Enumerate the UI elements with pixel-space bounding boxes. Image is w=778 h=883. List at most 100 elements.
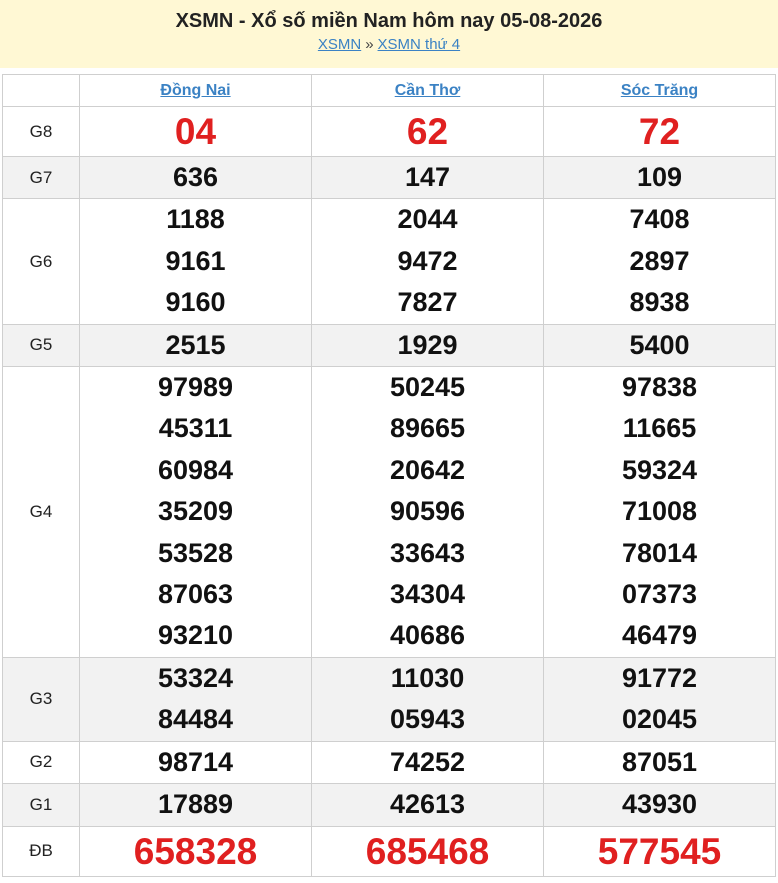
prize-number: 89665 (389, 413, 466, 444)
prize-number: 71008 (621, 496, 698, 527)
prize-row-g6: G6 1188 9161 9160 2044 9472 7827 7408 28… (2, 198, 776, 325)
prize-number: 11030 (390, 662, 465, 693)
prize-number: 59324 (621, 454, 698, 485)
breadcrumb-link-xsmn[interactable]: XSMN (318, 36, 361, 53)
prize-number: 07373 (621, 579, 698, 610)
page-header: XSMN - Xổ số miền Nam hôm nay 05-08-2026… (0, 0, 778, 68)
prize-row-db: ĐB 658328 685468 577545 (2, 825, 776, 877)
prize-number: 45311 (158, 413, 233, 444)
prize-number: 7827 (397, 287, 458, 318)
prize-number: 97838 (621, 372, 698, 403)
prize-number: 91772 (621, 662, 698, 693)
prize-number: 93210 (157, 620, 234, 651)
prize-label: ĐB (2, 825, 80, 877)
prize-number: 60984 (157, 454, 234, 485)
prize-number: 9160 (165, 287, 226, 318)
prize-row-g2: G2 98714 74252 87051 (2, 740, 776, 785)
province-header: Sóc Trăng (543, 74, 776, 107)
prize-cell: 74252 (311, 740, 544, 785)
prize-number: 98714 (157, 746, 234, 777)
prize-number: 147 (404, 162, 451, 192)
prize-number: 87063 (157, 579, 234, 610)
prize-number: 5400 (629, 329, 690, 360)
prize-number: 20642 (389, 454, 466, 485)
prize-number: 11665 (622, 413, 697, 444)
prize-cell: 42613 (311, 783, 544, 827)
prize-cell: 43930 (543, 783, 776, 827)
province-link-soc-trang[interactable]: Sóc Trăng (621, 82, 698, 99)
prize-cell: 5400 (543, 323, 776, 368)
breadcrumb: XSMN» XSMN thứ 4 (0, 35, 778, 55)
province-header: Đồng Nai (79, 74, 312, 107)
prize-label: G2 (2, 740, 80, 785)
prize-row-g8: G8 04 62 72 (2, 106, 776, 157)
prize-row-g3: G3 53324 84484 11030 05943 91772 02045 (2, 656, 776, 742)
prize-number: 53528 (157, 537, 234, 568)
breadcrumb-separator: » (365, 36, 374, 53)
prize-cell: 97989 45311 60984 35209 53528 87063 9321… (79, 366, 312, 658)
prize-number: 34304 (389, 579, 466, 610)
prize-label: G4 (2, 366, 80, 658)
prize-cell: 577545 (543, 825, 776, 877)
prize-cell: 658328 (79, 825, 312, 877)
prize-cell: 53324 84484 (79, 656, 312, 742)
prize-number: 109 (636, 162, 683, 192)
prize-row-g5: G5 2515 1929 5400 (2, 323, 776, 368)
prize-cell: 2044 9472 7827 (311, 198, 544, 325)
prize-number: 05943 (389, 704, 466, 735)
prize-cell: 11030 05943 (311, 656, 544, 742)
prize-number: 53324 (157, 662, 234, 693)
prize-label: G6 (2, 198, 80, 325)
prize-label: G1 (2, 783, 80, 827)
prize-label: G7 (2, 155, 80, 200)
breadcrumb-link-xsmn-thu-4[interactable]: XSMN thứ 4 (378, 36, 461, 53)
prize-cell: 62 (311, 106, 544, 157)
prize-cell: 04 (79, 106, 312, 157)
prize-number: 43930 (621, 789, 698, 820)
prize-number: 8938 (629, 287, 690, 318)
header-blank-cell (2, 74, 80, 107)
special-prize-number: 658328 (133, 830, 258, 872)
prize-cell: 98714 (79, 740, 312, 785)
province-header: Cần Thơ (311, 74, 544, 107)
prize-cell: 1929 (311, 323, 544, 368)
province-link-dong-nai[interactable]: Đồng Nai (160, 82, 230, 99)
prize-number: 7408 (629, 204, 690, 235)
prize-cell: 1188 9161 9160 (79, 198, 312, 325)
prize-cell: 97838 11665 59324 71008 78014 07373 4647… (543, 366, 776, 658)
province-link-can-tho[interactable]: Cần Thơ (395, 82, 461, 99)
prize-number: 42613 (389, 789, 466, 820)
province-header-row: Đồng Nai Cần Thơ Sóc Trăng (2, 74, 776, 107)
results-table: Đồng Nai Cần Thơ Sóc Trăng G8 04 62 72 G… (2, 74, 776, 877)
prize-number: 2044 (397, 204, 458, 235)
prize-number: 97989 (157, 372, 234, 403)
special-prize-number: 685468 (365, 830, 490, 872)
prize-cell: 2515 (79, 323, 312, 368)
prize-number: 35209 (157, 496, 234, 527)
prize-number: 2897 (629, 245, 690, 276)
prize-label: G8 (2, 106, 80, 157)
prize-number: 33643 (389, 537, 466, 568)
prize-cell: 91772 02045 (543, 656, 776, 742)
special-prize-number: 577545 (597, 830, 722, 872)
page-title: XSMN - Xổ số miền Nam hôm nay 05-08-2026 (175, 10, 603, 32)
prize-number: 9472 (397, 245, 458, 276)
prize-number: 17889 (157, 789, 234, 820)
prize-cell: 109 (543, 155, 776, 200)
prize-cell: 50245 89665 20642 90596 33643 34304 4068… (311, 366, 544, 658)
prize-number: 40686 (389, 620, 466, 651)
prize-cell: 7408 2897 8938 (543, 198, 776, 325)
prize-number: 1929 (397, 329, 458, 360)
prize-number: 74252 (389, 746, 466, 777)
prize-label: G5 (2, 323, 80, 368)
prize-number: 87051 (621, 746, 698, 777)
prize-cell: 685468 (311, 825, 544, 877)
prize-number: 636 (172, 162, 219, 192)
prize-number: 72 (638, 111, 681, 152)
prize-number: 78014 (621, 537, 698, 568)
prize-number: 90596 (389, 496, 466, 527)
prize-number: 1188 (166, 204, 225, 235)
prize-number: 50245 (389, 372, 466, 403)
prize-number: 2515 (165, 329, 226, 360)
prize-number: 84484 (157, 704, 234, 735)
